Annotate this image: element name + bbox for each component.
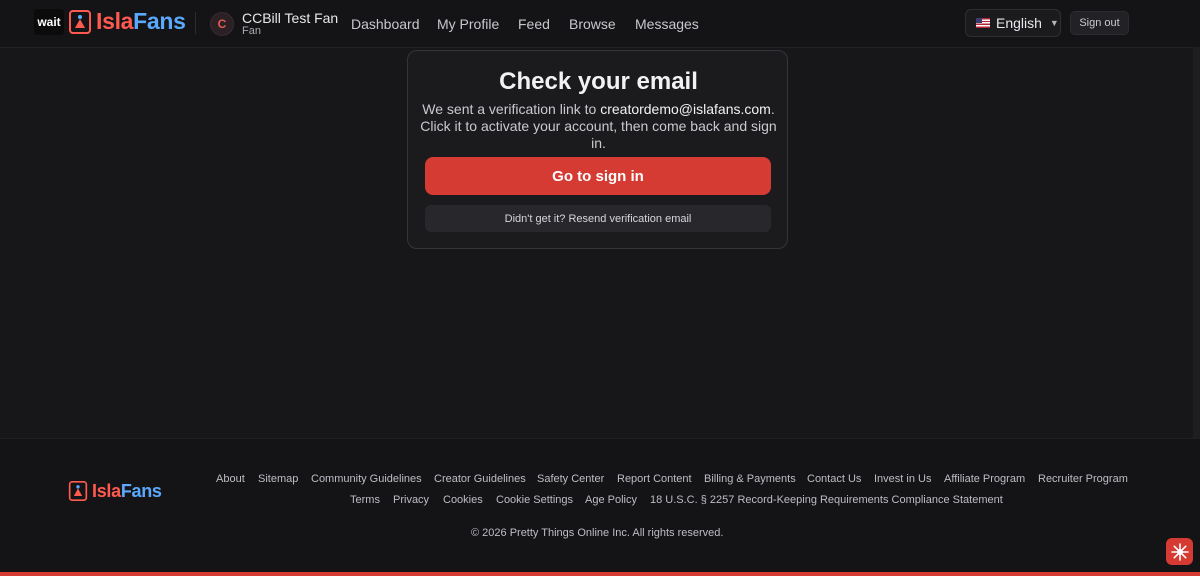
footer: IslaFans About Sitemap Community Guideli… [0,438,1200,576]
sign-out-button[interactable]: Sign out [1070,11,1129,35]
go-to-sign-in-button[interactable]: Go to sign in [425,157,771,195]
footer-link-report-content[interactable]: Report Content [617,473,692,485]
nav-dashboard[interactable]: Dashboard [351,16,420,32]
footer-link-community-guidelines[interactable]: Community Guidelines [311,473,422,485]
brand-logo[interactable]: wait IslaFans [34,8,186,35]
nav-feed[interactable]: Feed [518,16,550,32]
top-navbar: wait IslaFans C CCBill Test Fan Fan Dash… [0,0,1200,48]
language-label: English [996,15,1042,31]
footer-link-2257-statement[interactable]: 18 U.S.C. § 2257 Record-Keeping Requirem… [650,494,1003,506]
footer-link-age-policy[interactable]: Age Policy [585,494,637,506]
wait-tag: wait [34,8,64,35]
scrollbar[interactable] [1193,47,1200,438]
footer-link-billing-payments[interactable]: Billing & Payments [704,473,796,485]
footer-link-recruiter-program[interactable]: Recruiter Program [1038,473,1128,485]
footer-link-affiliate-program[interactable]: Affiliate Program [944,473,1025,485]
user-name: CCBill Test Fan [242,10,339,26]
logo-wordmark: IslaFans [92,480,162,501]
avatar[interactable]: C [210,12,234,36]
logo-icon [69,9,91,34]
nav-my-profile[interactable]: My Profile [437,16,499,32]
chevron-down-icon: ▼ [1049,18,1059,28]
footer-logo[interactable]: IslaFans [68,480,162,502]
copyright: © 2026 Pretty Things Online Inc. All rig… [471,527,724,539]
sparkle-icon [1170,542,1189,561]
footer-link-contact-us[interactable]: Contact Us [807,473,861,485]
footer-link-about[interactable]: About [216,473,245,485]
footer-link-sitemap[interactable]: Sitemap [258,473,298,485]
card-message: We sent a verification link to creatorde… [420,101,777,151]
logo-icon [68,481,88,501]
footer-link-privacy[interactable]: Privacy [393,494,429,506]
resend-verification-button[interactable]: Didn't get it? Resend verification email [425,205,771,232]
email-address: creatordemo@islafans.com [600,101,771,117]
divider [195,12,196,34]
nav-messages[interactable]: Messages [635,16,699,32]
help-widget-button[interactable] [1166,538,1193,565]
verify-email-card: Check your email We sent a verification … [407,50,788,249]
footer-link-safety-center[interactable]: Safety Center [537,473,604,485]
footer-link-invest-in-us[interactable]: Invest in Us [874,473,931,485]
language-selector[interactable]: English ▼ [965,9,1061,37]
footer-link-cookie-settings[interactable]: Cookie Settings [496,494,573,506]
us-flag-icon [976,18,990,28]
footer-link-terms[interactable]: Terms [350,494,380,506]
nav-browse[interactable]: Browse [569,16,616,32]
user-role: Fan [242,25,261,37]
footer-link-cookies[interactable]: Cookies [443,494,483,506]
accent-strip [0,572,1200,576]
logo-wordmark: IslaFans [96,8,186,34]
footer-link-creator-guidelines[interactable]: Creator Guidelines [434,473,526,485]
card-title: Check your email [499,68,698,95]
